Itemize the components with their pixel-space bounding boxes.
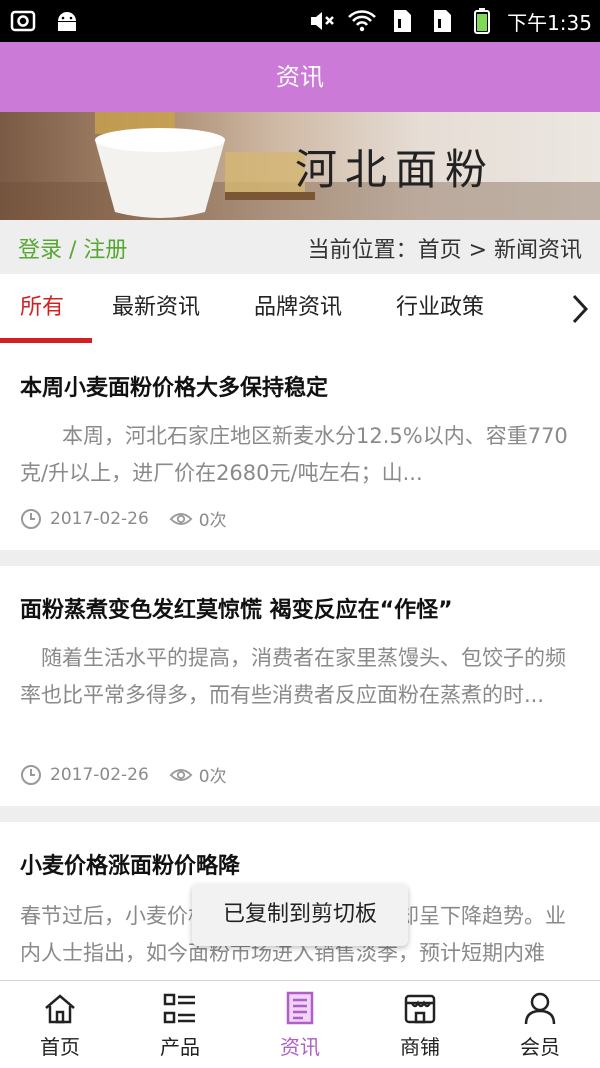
article-card[interactable]: 面粉蒸煮变色发红莫惊慌 褐变反应在“作怪” 随着生活水平的提高，消费者在家里蒸馒… [0,566,600,806]
nav-label: 首页 [40,1035,80,1059]
battery-icon [467,6,497,36]
article-meta: 2017-02-26 0次 [20,762,227,787]
banner-image: 河北面粉 [0,112,600,220]
tab-industry-policy[interactable]: 行业政策 [396,274,484,344]
article-date: 2017-02-26 [50,508,149,529]
article-views: 0次 [198,511,227,531]
article-date: 2017-02-26 [50,764,149,785]
nav-label: 商铺 [400,1035,440,1059]
android-icon [52,6,82,36]
article-views: 0次 [198,767,227,787]
app-header: 资讯 [0,42,600,112]
banner-title: 河北面粉 [294,145,495,194]
article-title[interactable]: 小麦价格涨面粉价略降 [20,848,240,880]
home-icon [45,994,75,1024]
tab-latest-news[interactable]: 最新资讯 [112,274,200,344]
status-time: 下午1:35 [507,10,592,35]
status-bar: 下午1:35 [0,0,600,42]
nav-member[interactable]: 会员 [480,981,600,1068]
tab-brand-news[interactable]: 品牌资讯 [254,274,342,344]
bottom-nav: 首页 产品 资讯 商铺 会员 [0,980,600,1068]
user-icon [524,992,556,1025]
page-title: 资讯 [276,63,324,91]
breadcrumb: 当前位置：首页 > 新闻资讯 [307,238,582,263]
store-icon [404,994,436,1024]
list-icon [163,993,195,1024]
nav-label: 产品 [160,1035,200,1059]
tab-all[interactable]: 所有 [20,274,64,344]
article-summary: 随着生活水平的提高，消费者在家里蒸馒头、包饺子的频率也比平常多得多，而有些消费者… [20,646,566,707]
nav-news[interactable]: 资讯 [240,981,360,1068]
sim1-icon [387,6,417,36]
wifi-icon [347,6,377,36]
article-title[interactable]: 本周小麦面粉价格大多保持稳定 [20,370,328,402]
category-tabs: 所有 最新资讯 品牌资讯 行业政策 [0,274,600,345]
nav-products[interactable]: 产品 [120,981,240,1068]
nav-label: 会员 [520,1035,560,1059]
camera-icon [8,6,38,36]
nav-store[interactable]: 商铺 [360,981,480,1068]
article-meta: 2017-02-26 0次 [20,506,227,531]
article-card[interactable]: 本周小麦面粉价格大多保持稳定 本周，河北石家庄地区新麦水分12.5%以内、容重7… [0,344,600,550]
login-register-link[interactable]: 登录 / 注册 [18,232,127,264]
nav-label: 资讯 [280,1035,320,1059]
eye-icon [169,507,193,531]
clock-icon [20,507,44,531]
clock-icon [20,763,44,787]
news-icon [286,991,314,1025]
sim2-icon [427,6,457,36]
active-tab-indicator [0,338,92,343]
tabs-scroll-right-button[interactable] [560,274,600,344]
mute-icon [307,6,337,36]
article-title[interactable]: 面粉蒸煮变色发红莫惊慌 褐变反应在“作怪” [20,592,453,624]
nav-home[interactable]: 首页 [0,981,120,1068]
chevron-right-icon [572,294,589,324]
copied-toast: 已复制到剪切板 [192,884,408,946]
article-summary: 本周，河北石家庄地区新麦水分12.5%以内、容重770克/升以上，进厂价在268… [20,424,568,485]
eye-icon [169,763,193,787]
breadcrumb-bar: 登录 / 注册 当前位置：首页 > 新闻资讯 [0,220,600,274]
